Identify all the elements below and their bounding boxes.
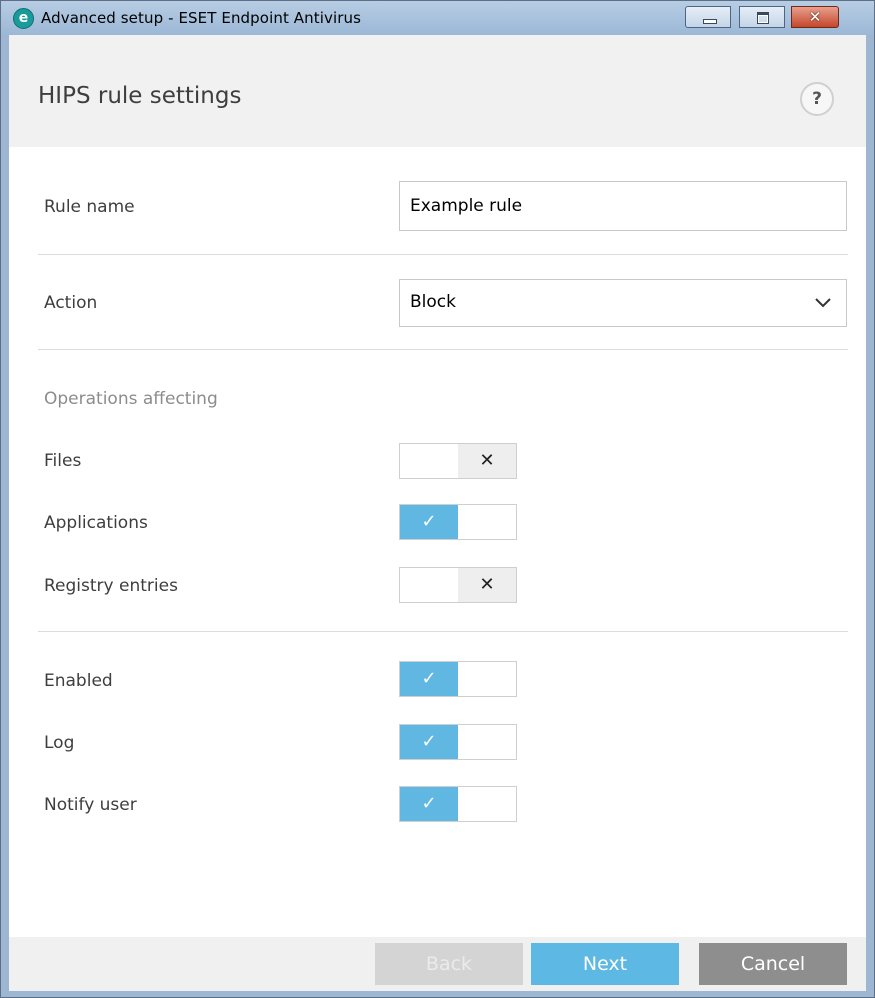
rule-name-input[interactable]: Example rule: [399, 181, 847, 231]
toggle-on-side: ✓: [400, 505, 458, 539]
applications-label: Applications: [44, 513, 148, 533]
chevron-down-icon: [815, 298, 831, 308]
notify-user-label: Notify user: [44, 795, 137, 815]
notify-user-toggle[interactable]: ✓: [399, 786, 517, 822]
maximize-icon: [757, 12, 769, 24]
maximize-button[interactable]: [739, 6, 785, 28]
enabled-toggle[interactable]: ✓: [399, 661, 517, 697]
dialog-header: HIPS rule settings ?: [9, 35, 866, 147]
dialog-footer: Back Next Cancel: [9, 937, 866, 991]
toggle-on-side: ✓: [400, 787, 458, 821]
close-button[interactable]: ✕: [791, 6, 839, 28]
registry-entries-toggle[interactable]: ✕: [399, 567, 517, 603]
files-label: Files: [44, 451, 82, 471]
cancel-button[interactable]: Cancel: [699, 943, 847, 985]
log-label: Log: [44, 733, 75, 753]
applications-toggle[interactable]: ✓: [399, 504, 517, 540]
page-title: HIPS rule settings: [38, 83, 242, 109]
toggle-on-side: ✓: [400, 725, 458, 759]
eset-logo-icon: e: [13, 8, 34, 29]
divider: [38, 254, 848, 255]
enabled-label: Enabled: [44, 671, 113, 691]
files-toggle[interactable]: ✕: [399, 443, 517, 479]
app-window: e Advanced setup - ESET Endpoint Antivir…: [0, 0, 875, 998]
toggle-off-side: ✕: [458, 444, 516, 478]
window-title: Advanced setup - ESET Endpoint Antivirus: [41, 9, 362, 27]
check-icon: ✓: [421, 793, 437, 814]
minimize-button[interactable]: [685, 6, 731, 28]
back-button[interactable]: Back: [375, 943, 523, 985]
action-label: Action: [44, 293, 98, 313]
check-icon: ✓: [421, 731, 437, 752]
operations-section-label: Operations affecting: [44, 389, 218, 409]
toggle-off-side: ✕: [458, 568, 516, 602]
rule-name-label: Rule name: [44, 197, 135, 217]
x-icon: ✕: [479, 574, 495, 595]
dialog-body: HIPS rule settings ? Rule name Example r…: [9, 35, 866, 991]
check-icon: ✓: [421, 511, 437, 532]
minimize-icon: [703, 19, 717, 24]
divider: [38, 349, 848, 350]
divider: [38, 631, 848, 632]
x-icon: ✕: [479, 450, 495, 471]
log-toggle[interactable]: ✓: [399, 724, 517, 760]
action-selected-value: Block: [410, 292, 456, 312]
toggle-on-side: ✓: [400, 662, 458, 696]
title-bar[interactable]: e Advanced setup - ESET Endpoint Antivir…: [1, 1, 874, 35]
help-icon[interactable]: ?: [800, 82, 834, 116]
registry-entries-label: Registry entries: [44, 576, 178, 596]
close-icon: ✕: [808, 8, 822, 26]
next-button[interactable]: Next: [531, 943, 679, 985]
action-select[interactable]: Block: [399, 279, 847, 327]
check-icon: ✓: [421, 668, 437, 689]
